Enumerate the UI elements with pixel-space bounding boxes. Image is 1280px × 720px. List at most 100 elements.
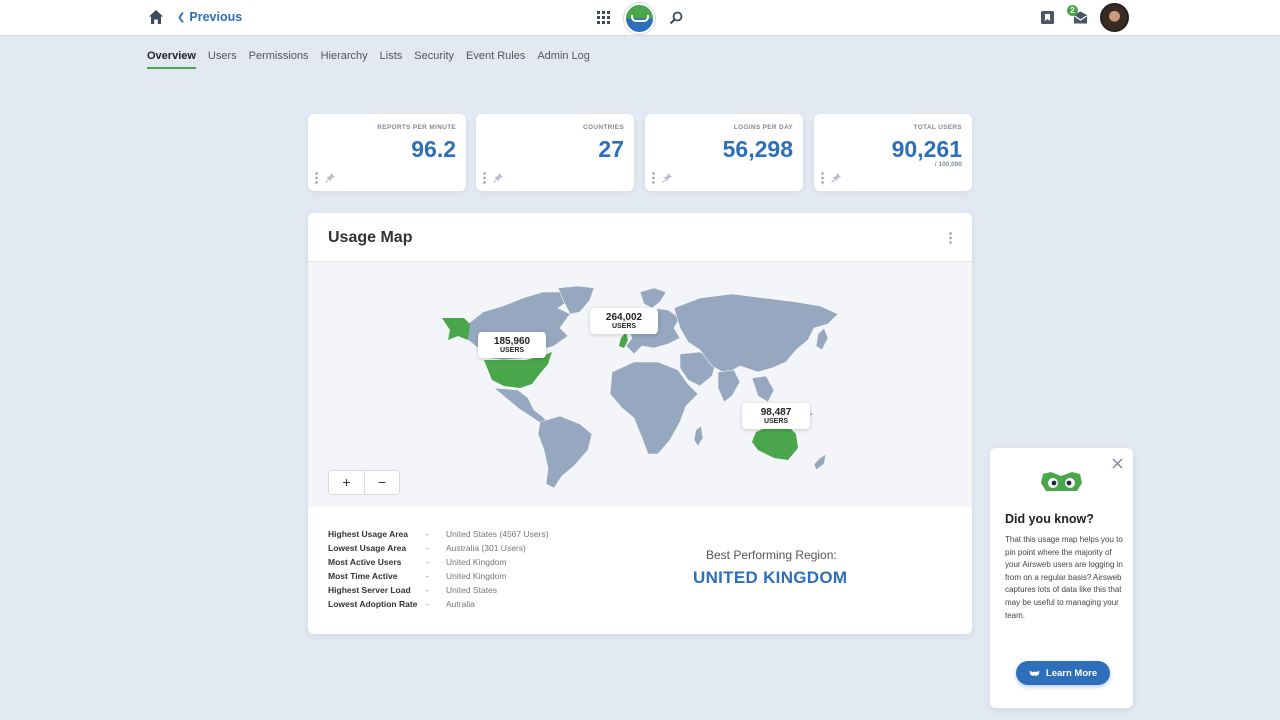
logo-mark [631, 15, 649, 22]
stat-key: Most Active Users [328, 557, 402, 567]
bookmark-icon[interactable] [1040, 10, 1055, 25]
learn-more-button[interactable]: Learn More [1016, 661, 1110, 685]
stat-text: Autralia [446, 599, 475, 609]
kebab-menu-icon[interactable] [949, 232, 952, 244]
kebab-menu-icon[interactable] [315, 172, 318, 184]
pin-icon[interactable] [493, 172, 504, 183]
stat-row: Most Time Active - United Kingdom [328, 569, 549, 583]
tooltip-unit: USERS [763, 418, 789, 425]
map-zoom-controls: + − [328, 470, 400, 495]
map-region-scandinavia [639, 287, 667, 309]
did-you-know-card: Did you know? That this usage map helps … [990, 448, 1133, 708]
tooltip-unit: USERS [499, 347, 525, 354]
tab-users[interactable]: Users [208, 50, 237, 69]
stat-key: Highest Usage Area [328, 529, 408, 539]
map-region-australia [752, 424, 798, 460]
stat-dash: - [426, 585, 429, 595]
stat-dash: - [426, 557, 429, 567]
section-tabs: Overview Users Permissions Hierarchy Lis… [147, 50, 602, 69]
stat-value: 56,298 [722, 136, 793, 162]
map-region-madagascar [693, 425, 704, 447]
avatar[interactable] [1100, 3, 1129, 32]
tab-event-rules[interactable]: Event Rules [466, 50, 525, 69]
map-region-greenland [557, 285, 595, 315]
tip-body: That this usage map helps you to pin poi… [1005, 535, 1123, 620]
previous-link[interactable]: ❮ Previous [177, 10, 242, 24]
close-icon[interactable] [1112, 458, 1123, 469]
tab-hierarchy[interactable]: Hierarchy [321, 50, 368, 69]
stat-key: Highest Server Load [328, 585, 411, 595]
stat-label: TOTAL USERS [913, 124, 962, 131]
top-bar: ❮ Previous 2 [0, 0, 1280, 36]
tab-overview[interactable]: Overview [147, 50, 196, 69]
tab-security[interactable]: Security [414, 50, 454, 69]
stat-row: Lowest Usage Area - Australia (301 Users) [328, 541, 549, 555]
map-region-south-america [537, 415, 593, 489]
stat-key: Lowest Adoption Rate [328, 599, 418, 609]
stat-row: Highest Usage Area - United States (4567 U… [328, 527, 549, 541]
world-map[interactable] [308, 262, 972, 508]
stat-card-reports: REPORTS PER MINUTE 96.2 [308, 114, 466, 191]
kebab-menu-icon[interactable] [652, 172, 655, 184]
stat-value: 96.2 [411, 136, 456, 162]
stat-card-logins: LOGINS PER DAY 56,298 [645, 114, 803, 191]
stat-card-total-users: TOTAL USERS 90,261 / 100,000 [814, 114, 972, 191]
stat-text: United States (4567 Users) [446, 529, 549, 539]
stat-row: Most Active Users - United Kingdom [328, 555, 549, 569]
apps-grid-icon[interactable] [597, 11, 610, 24]
tooltip-unit: USERS [611, 323, 637, 330]
stat-text: United States [446, 585, 498, 595]
stat-dash: - [426, 529, 429, 539]
learn-more-label: Learn More [1045, 667, 1098, 679]
tab-admin-log[interactable]: Admin Log [537, 50, 590, 69]
map-tooltip-australia: 98,487 USERS [742, 403, 810, 429]
pin-icon[interactable] [831, 172, 842, 183]
map-tooltip-united-kingdom: 264,002 USERS [590, 308, 658, 334]
tab-lists[interactable]: Lists [380, 50, 403, 69]
pin-icon[interactable] [325, 172, 336, 183]
tooltip-number: 98,487 [760, 407, 792, 418]
kebab-menu-icon[interactable] [483, 172, 486, 184]
tooltip-number: 264,002 [605, 312, 643, 323]
stat-dash: - [426, 571, 429, 581]
map-region-southeast-asia [751, 375, 775, 403]
chevron-left-icon: ❮ [177, 11, 186, 23]
stat-dash: - [426, 543, 429, 553]
search-icon[interactable] [669, 11, 683, 25]
tooltip-number: 185,960 [493, 336, 531, 347]
stat-text: United Kingdom [446, 571, 507, 581]
world-map-area[interactable]: 185,960 USERS 264,002 USERS 98,487 USERS… [308, 261, 972, 507]
stat-key: Lowest Usage Area [328, 543, 407, 553]
map-region-mexico [493, 387, 549, 425]
zoom-in-button[interactable]: + [329, 471, 364, 494]
zoom-out-button[interactable]: − [364, 471, 399, 494]
app-logo[interactable] [624, 3, 655, 34]
stat-label: COUNTRIES [583, 124, 624, 131]
previous-label: Previous [189, 10, 243, 24]
pin-icon[interactable] [662, 172, 673, 183]
stat-card-countries: COUNTRIES 27 [476, 114, 634, 191]
tab-permissions[interactable]: Permissions [249, 50, 309, 69]
map-region-alaska [442, 318, 470, 340]
owl-mascot-icon [1041, 472, 1082, 491]
stat-label: REPORTS PER MINUTE [377, 124, 456, 131]
stat-text: United Kingdom [446, 557, 507, 567]
home-icon[interactable] [148, 9, 164, 25]
usage-stats-list: Highest Usage Area - United States (4567 U… [328, 527, 549, 611]
kebab-menu-icon[interactable] [821, 172, 824, 184]
map-region-india [717, 369, 741, 403]
stat-sub: / 100,000 [934, 161, 962, 168]
mail-badge: 2 [1067, 5, 1078, 16]
stat-row: Highest Server Load - United States [328, 583, 549, 597]
stat-value: 90,261 [891, 136, 962, 162]
stat-key: Most Time Active [328, 571, 398, 581]
map-region-africa [609, 361, 699, 455]
map-region-japan [815, 327, 829, 351]
stat-dash: - [426, 599, 429, 609]
stat-text: Australia (301 Users) [446, 543, 526, 553]
map-tooltip-united-states: 185,960 USERS [478, 332, 546, 358]
best-region-label: Best Performing Region: [706, 548, 837, 562]
usage-map-panel: Usage Map 185,960 USERS 264,002 USERS 98… [308, 213, 972, 634]
stat-value: 27 [598, 136, 624, 162]
stat-row: Lowest Adoption Rate - Autralia [328, 597, 549, 611]
